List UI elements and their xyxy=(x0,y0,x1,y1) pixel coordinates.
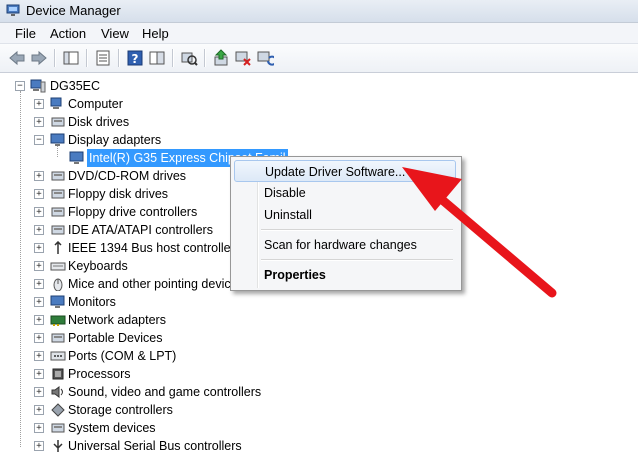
annotation-arrow xyxy=(402,167,557,298)
arrow-shaft xyxy=(435,193,557,298)
